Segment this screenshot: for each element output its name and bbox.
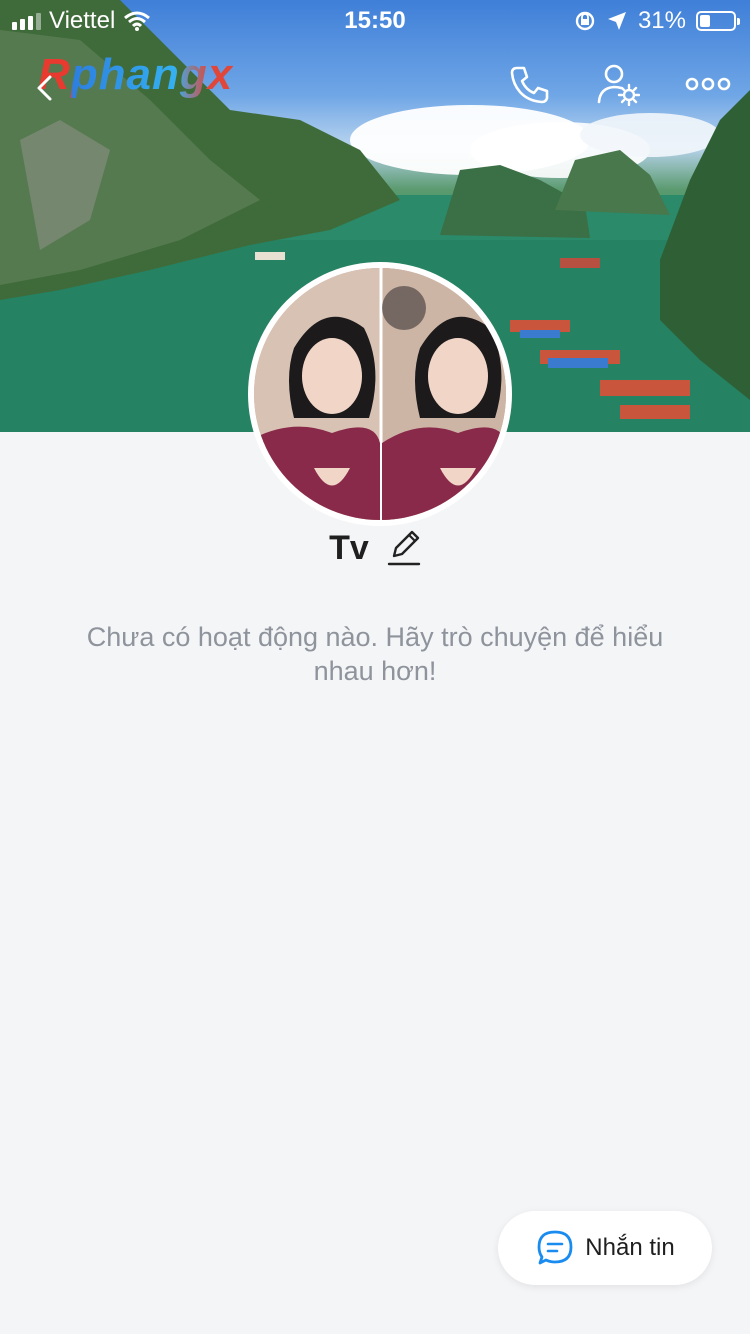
battery-percent: 31%	[637, 7, 686, 34]
watermark-logo: Rphangx	[38, 50, 234, 99]
chat-bubble-icon	[537, 1230, 573, 1265]
battery-fill	[700, 15, 710, 27]
message-button-label: Nhắn tin	[585, 1234, 675, 1261]
location-arrow-icon	[607, 12, 626, 30]
avatar-photo	[254, 268, 506, 520]
status-bar: Viettel 15:50 31%	[0, 0, 750, 40]
more-icon[interactable]	[684, 62, 732, 106]
message-button[interactable]: Nhắn tin	[498, 1211, 712, 1285]
battery-icon	[696, 11, 740, 31]
avatar[interactable]	[248, 262, 512, 526]
avatar-image	[254, 268, 506, 520]
user-settings-icon[interactable]	[596, 62, 640, 106]
chevron-left-icon[interactable]	[34, 74, 54, 102]
empty-activity-message: Chưa có hoạt động nào. Hãy trò chuyện để…	[86, 622, 664, 686]
rotation-lock-icon	[575, 11, 595, 31]
profile-name: Tv	[329, 528, 369, 567]
phone-icon[interactable]	[508, 62, 552, 106]
pencil-icon[interactable]	[387, 528, 421, 568]
profile-name-row: Tv	[0, 528, 750, 568]
